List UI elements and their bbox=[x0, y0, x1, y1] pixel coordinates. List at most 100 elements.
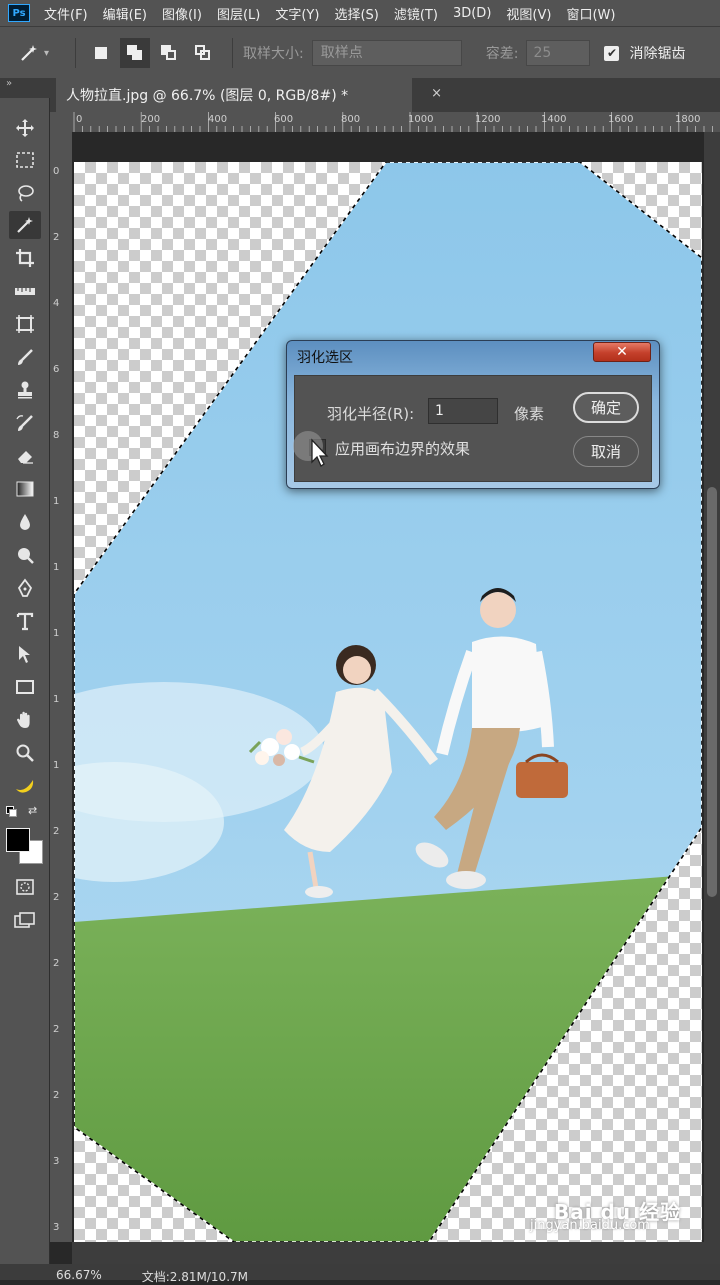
menu-filter[interactable]: 滤镜(T) bbox=[394, 4, 438, 23]
menu-layer[interactable]: 图层(L) bbox=[217, 4, 260, 23]
feather-radius-label: 羽化半径(R): bbox=[327, 405, 415, 423]
menu-3d[interactable]: 3D(D) bbox=[453, 6, 491, 21]
divider bbox=[232, 38, 234, 68]
menu-type[interactable]: 文字(Y) bbox=[275, 4, 319, 23]
zoom-tool-icon[interactable] bbox=[9, 739, 41, 767]
menu-select[interactable]: 选择(S) bbox=[334, 4, 378, 23]
banana-icon[interactable] bbox=[9, 772, 41, 800]
brush-tool-icon[interactable] bbox=[9, 343, 41, 371]
hand-tool-icon[interactable] bbox=[9, 706, 41, 734]
intersect-selection-button[interactable] bbox=[188, 38, 218, 68]
screen-mode-icon[interactable] bbox=[9, 906, 41, 934]
menu-file[interactable]: 文件(F) bbox=[44, 4, 88, 23]
lasso-tool-icon[interactable] bbox=[9, 179, 41, 207]
eraser-tool-icon[interactable] bbox=[9, 442, 41, 470]
document-size: 文档:2.81M/10.7M bbox=[141, 1270, 248, 1284]
ruler-label: 2 bbox=[53, 958, 60, 969]
ruler-tool-icon[interactable] bbox=[9, 277, 41, 305]
ruler-label: 2 bbox=[53, 826, 60, 837]
ok-button[interactable]: 确定 bbox=[573, 392, 639, 423]
ruler-label: 400 bbox=[208, 114, 228, 125]
chevron-down-icon[interactable]: ▾ bbox=[44, 48, 49, 59]
dialog-close-button[interactable]: ✕ bbox=[593, 342, 651, 362]
intersect-selection-icon bbox=[195, 45, 211, 61]
ruler-label: 1 bbox=[53, 496, 60, 507]
ruler-label: 2 bbox=[53, 232, 60, 243]
menu-bar: Ps 文件(F) 编辑(E) 图像(I) 图层(L) 文字(Y) 选择(S) 滤… bbox=[0, 0, 720, 26]
new-selection-button[interactable] bbox=[86, 38, 116, 68]
document-canvas[interactable] bbox=[74, 162, 702, 1242]
feather-radius-input[interactable]: 1 bbox=[428, 398, 498, 424]
close-icon: ✕ bbox=[616, 344, 628, 360]
anti-alias-checkbox[interactable]: ✔ bbox=[604, 45, 620, 61]
close-icon[interactable]: × bbox=[431, 86, 442, 101]
options-bar: ▾ 取样大小: 取样点 容差: 25 ✔ 消除锯齿 bbox=[0, 26, 720, 79]
horizontal-scrollbar[interactable] bbox=[72, 1242, 720, 1264]
ruler-label: 1600 bbox=[608, 114, 634, 125]
unit-label: 像素 bbox=[514, 405, 545, 423]
document-tab[interactable]: 人物拉直.jpg @ 66.7% (图层 0, RGB/8#) * × bbox=[56, 78, 442, 112]
ruler-corner[interactable] bbox=[50, 112, 73, 133]
magic-wand-tool-icon[interactable] bbox=[9, 211, 41, 239]
menu-view[interactable]: 视图(V) bbox=[506, 4, 551, 23]
magic-wand-icon[interactable] bbox=[14, 38, 44, 68]
ruler-label: 1200 bbox=[475, 114, 501, 125]
gradient-tool-icon[interactable] bbox=[9, 475, 41, 503]
ruler-vertical[interactable]: 0 2 4 6 8 1 1 1 1 1 2 2 2 2 2 3 3 bbox=[50, 132, 73, 1242]
ruler-label: 2 bbox=[53, 892, 60, 903]
checkmark-icon: ✔ bbox=[606, 46, 617, 60]
default-colors-icon[interactable] bbox=[6, 806, 17, 817]
new-selection-icon bbox=[95, 47, 108, 59]
type-tool-icon[interactable] bbox=[9, 607, 41, 635]
quick-mask-icon[interactable] bbox=[9, 873, 41, 901]
collapse-panel-button[interactable]: » bbox=[0, 78, 50, 98]
ruler-label: 200 bbox=[141, 114, 161, 125]
history-brush-icon[interactable] bbox=[9, 409, 41, 437]
apply-canvas-bounds-label[interactable]: 应用画布边界的效果 bbox=[335, 438, 470, 459]
ruler-label: 1800 bbox=[675, 114, 701, 125]
move-tool-icon[interactable] bbox=[9, 114, 41, 142]
foreground-color-swatch[interactable] bbox=[6, 828, 30, 852]
blur-tool-icon[interactable] bbox=[9, 508, 41, 536]
tolerance-input[interactable]: 25 bbox=[526, 40, 591, 66]
ruler-label: 3 bbox=[53, 1222, 60, 1233]
scrollbar-thumb[interactable] bbox=[707, 487, 717, 897]
mouse-pointer-icon bbox=[292, 424, 332, 474]
ruler-label: 1 bbox=[53, 628, 60, 639]
marquee-tool-icon[interactable] bbox=[9, 146, 41, 174]
add-to-selection-button[interactable] bbox=[120, 38, 151, 68]
swap-colors-icon[interactable]: ⇄ bbox=[28, 804, 37, 817]
feather-selection-dialog: 羽化选区 ✕ 羽化半径(R): 1 像素 应用画布边界的效果 确定 取消 bbox=[286, 340, 660, 489]
divider bbox=[75, 38, 77, 68]
ruler-label: 1 bbox=[53, 562, 60, 573]
add-selection-icon bbox=[127, 45, 143, 61]
subtract-selection-button[interactable] bbox=[154, 38, 184, 68]
stamp-tool-icon[interactable] bbox=[9, 376, 41, 404]
ruler-label: 0 bbox=[76, 114, 83, 125]
ruler-label: 2 bbox=[53, 1024, 60, 1035]
sample-size-select[interactable]: 取样点 bbox=[311, 40, 462, 66]
menu-edit[interactable]: 编辑(E) bbox=[103, 4, 147, 23]
pen-tool-icon[interactable] bbox=[9, 574, 41, 602]
crop-tool-icon[interactable] bbox=[9, 244, 41, 272]
ruler-label: 8 bbox=[53, 430, 60, 441]
rotated-photo bbox=[74, 162, 702, 1242]
vertical-scrollbar[interactable] bbox=[704, 132, 720, 1242]
document-tab-bar: 人物拉直.jpg @ 66.7% (图层 0, RGB/8#) * × bbox=[50, 78, 720, 113]
menu-image[interactable]: 图像(I) bbox=[162, 4, 202, 23]
ruler-label: 0 bbox=[53, 166, 60, 177]
ruler-label: 1000 bbox=[408, 114, 434, 125]
dodge-tool-icon[interactable] bbox=[9, 541, 41, 569]
ruler-label: 1 bbox=[53, 760, 60, 771]
cancel-button[interactable]: 取消 bbox=[573, 436, 639, 467]
ruler-label: 1400 bbox=[541, 114, 567, 125]
path-select-icon[interactable] bbox=[9, 640, 41, 668]
tolerance-label: 容差: bbox=[485, 46, 519, 62]
ruler-horizontal[interactable]: 0 200 400 600 800 1000 1200 1400 1600 18… bbox=[72, 112, 720, 133]
ruler-label: 2 bbox=[53, 1090, 60, 1101]
menu-window[interactable]: 窗口(W) bbox=[566, 4, 615, 23]
tools-panel: ⇄ bbox=[0, 98, 50, 1268]
rectangle-tool-icon[interactable] bbox=[9, 673, 41, 701]
dialog-body: 羽化半径(R): 1 像素 应用画布边界的效果 确定 取消 bbox=[294, 375, 652, 482]
frame-tool-icon[interactable] bbox=[9, 310, 41, 338]
